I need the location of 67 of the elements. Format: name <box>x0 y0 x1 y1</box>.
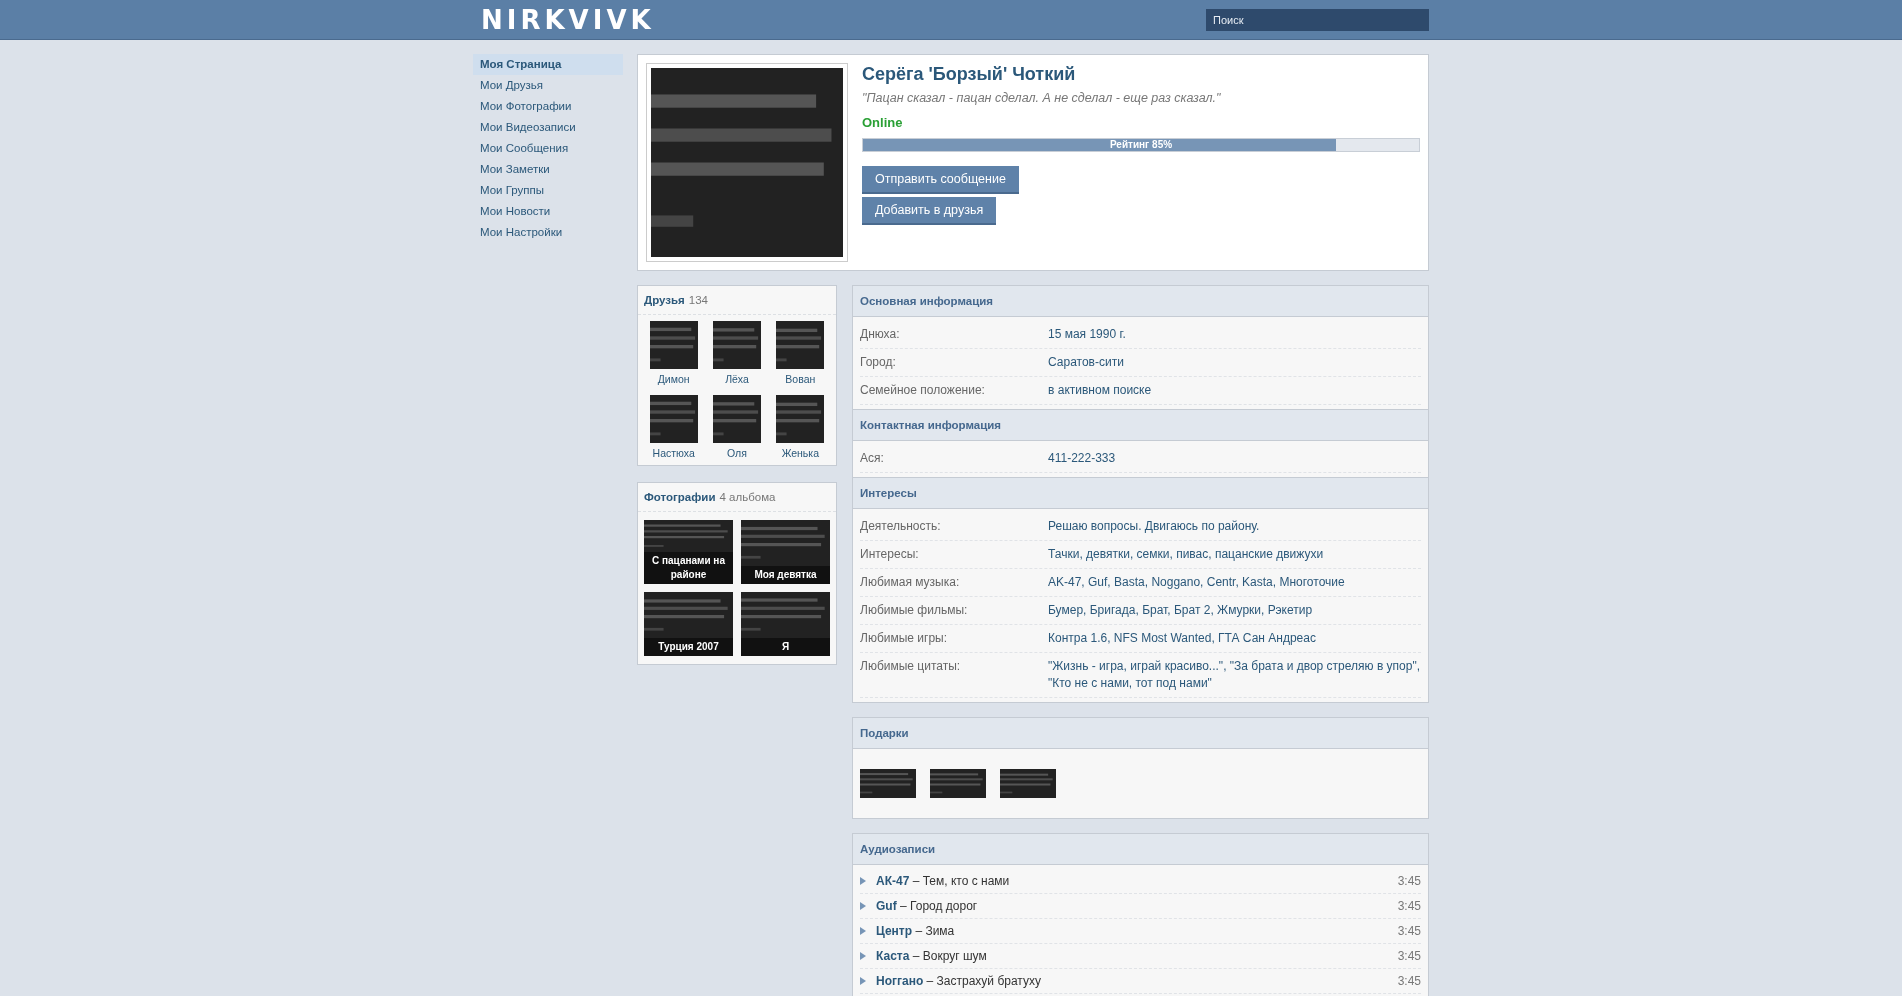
friend-name[interactable]: Женька <box>781 447 819 459</box>
track-duration: 3:45 <box>1397 899 1421 913</box>
play-icon[interactable] <box>860 877 866 885</box>
track-title[interactable]: Центр – Зима <box>876 924 1398 938</box>
field-label: Город: <box>860 354 897 371</box>
field-value: "Жизнь - игра, играй красиво...", "За брата и двор стреляю в упор", "Кто не с нами, тот под нами" <box>1048 658 1421 692</box>
track-title[interactable]: Каста – Вокруг шум <box>876 949 1398 963</box>
friend-name[interactable]: Оля <box>727 447 747 459</box>
track-title[interactable]: АК-47 – Тем, кто с нами <box>876 874 1398 888</box>
field-label: Деятельность: <box>860 518 942 535</box>
friend-name[interactable]: Настюха <box>652 447 695 459</box>
action-button[interactable]: Отправить сообщение <box>862 166 1019 194</box>
field-label: Интересы: <box>860 546 920 563</box>
sidebar-item[interactable]: Мои Фотографии <box>473 96 623 117</box>
section-header: Интересы <box>853 477 1428 509</box>
albums-count: 4 альбома <box>719 491 776 503</box>
play-icon[interactable] <box>860 977 866 985</box>
field-value: AK-47, Guf, Basta, Noggano, Centr, Kasta, Многоточие <box>1048 574 1346 591</box>
sidebar-item[interactable]: Мои Настройки <box>473 222 623 243</box>
track-duration: 3:45 <box>1397 924 1421 938</box>
logo[interactable]: NIRKVIVK <box>481 5 655 35</box>
play-icon[interactable] <box>860 927 866 935</box>
profile-name: Серёга 'Борзый' Чоткий <box>862 64 1077 85</box>
track-title[interactable]: Ноггано – Застрахуй братуху <box>876 974 1398 988</box>
field-label: Ася: <box>860 450 885 467</box>
sidebar-item[interactable]: Мои Видеозаписи <box>473 117 623 138</box>
field-value: Бумер, Бригада, Брат, Брат 2, Жмурки, Рэкетир <box>1048 602 1314 619</box>
friend-name[interactable]: Лёха <box>725 373 749 385</box>
field-label: Любимые игры: <box>860 630 949 647</box>
status-text: "Пацан сказал - пацан сделал. А не сделал - еще раз сказал." <box>862 91 1222 105</box>
field-value: 411-222-333 <box>1048 450 1117 467</box>
track-duration: 3:45 <box>1397 949 1421 963</box>
sidebar-item[interactable]: Моя Страница <box>473 54 623 75</box>
online-status: Online <box>862 115 904 130</box>
field-value: Контра 1.6, NFS Most Wanted, ГТА Сан Андреас <box>1048 630 1317 647</box>
section-header: Подарки <box>853 718 1428 749</box>
friend-name[interactable]: Вован <box>785 373 816 385</box>
field-value: Решаю вопросы. Двигаюсь по району. <box>1048 518 1261 535</box>
field-label: Любимые фильмы: <box>860 602 969 619</box>
field-value: в активном поиске <box>1048 382 1153 399</box>
sidebar-item[interactable]: Мои Новости <box>473 201 623 222</box>
search-field[interactable]: Поиск <box>1206 9 1429 31</box>
action-button[interactable]: Добавить в друзья <box>862 197 997 225</box>
play-icon[interactable] <box>860 952 866 960</box>
friends-count: 134 <box>688 294 708 306</box>
field-value: Саратов-сити <box>1048 354 1125 371</box>
field-value: Тачки, девятки, семки, пивас, пацанские движухи <box>1048 546 1325 563</box>
field-value: 15 мая 1990 г. <box>1048 326 1127 343</box>
panel-title[interactable]: Фотографии <box>644 491 716 503</box>
field-label: Любимые цитаты: <box>860 658 962 675</box>
section-header: Аудиозаписи <box>853 834 1428 865</box>
rating-label: Рейтинг 85% <box>1108 139 1174 151</box>
friend-name[interactable]: Димон <box>657 373 690 385</box>
field-label: Днюха: <box>860 326 901 343</box>
section-header: Контактная информация <box>853 409 1428 441</box>
track-duration: 3:45 <box>1397 874 1421 888</box>
sidebar-item[interactable]: Мои Друзья <box>473 75 623 96</box>
track-title[interactable]: Guf – Город дорог <box>876 899 1398 913</box>
sidebar-item[interactable]: Мои Сообщения <box>473 138 623 159</box>
field-label: Семейное положение: <box>860 382 986 399</box>
play-icon[interactable] <box>860 902 866 910</box>
field-label: Любимая музыка: <box>860 574 961 591</box>
section-header: Основная информация <box>853 286 1428 317</box>
panel-title[interactable]: Друзья <box>644 294 685 306</box>
sidebar-item[interactable]: Мои Заметки <box>473 159 623 180</box>
track-duration: 3:45 <box>1397 974 1421 988</box>
sidebar-item[interactable]: Мои Группы <box>473 180 623 201</box>
